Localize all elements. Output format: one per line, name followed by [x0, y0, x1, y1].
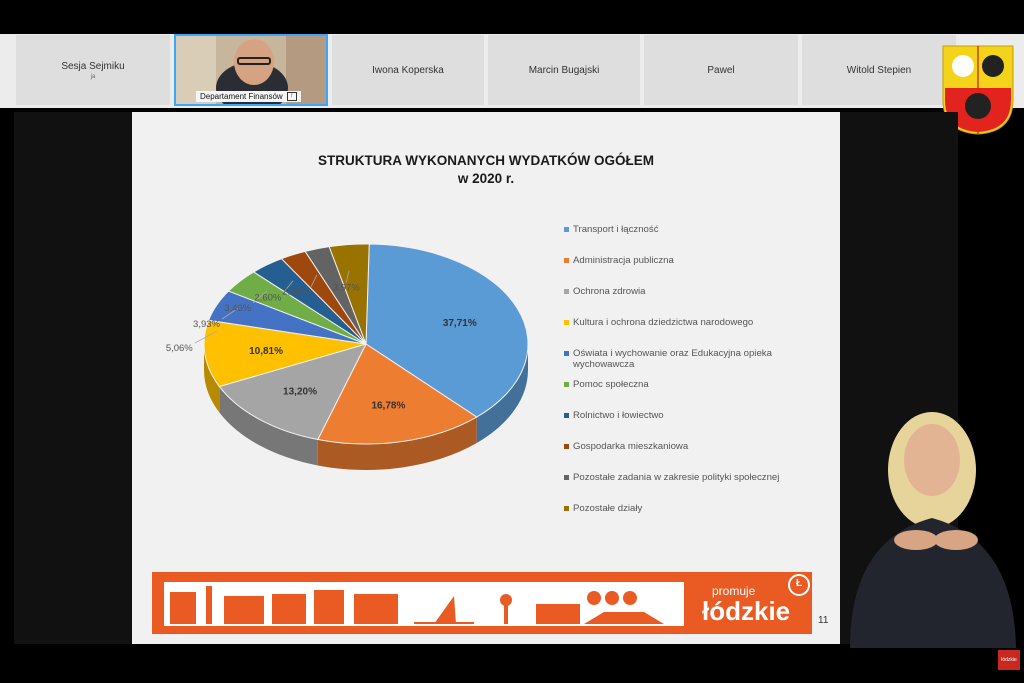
pie-data-label: 3,97% [333, 283, 360, 294]
pie-data-label: 37,71% [443, 318, 477, 329]
legend-label: Ochrona zdrowia [573, 286, 646, 297]
legend-item: Pozostałe działy [564, 503, 642, 514]
legend-item: Transport i łączność [564, 224, 659, 235]
presentation-slide: STRUKTURA WYKONANYCH WYDATKÓW OGÓŁEM w 2… [132, 112, 840, 644]
banner-line-2: łódzkie [702, 596, 791, 626]
legend-label: Gospodarka mieszkaniowa [573, 441, 689, 452]
legend-label: Kultura i ochrona dziedzictwa narodowego [573, 317, 754, 328]
legend-item: Gospodarka mieszkaniowa [564, 441, 688, 452]
participant-name: Witold Stepien [846, 64, 912, 76]
slide-page-number: 11 [818, 615, 829, 626]
legend-swatch [564, 475, 569, 480]
legend-swatch [564, 227, 569, 232]
participant-name: Sesja Sejmiku [61, 60, 125, 72]
legend-swatch [564, 289, 569, 294]
tv-channel-badge: łódzkie [998, 650, 1020, 670]
legend-item: Oświata i wychowanie oraz Edukacyjna opi… [564, 348, 799, 370]
banner-skyline [164, 582, 684, 626]
pie-data-label: 13,20% [283, 387, 317, 398]
lodzkie-logo-icon: Ł [788, 574, 810, 596]
pie-data-label: 2,60% [254, 293, 281, 304]
legend-swatch [564, 413, 569, 418]
legend-label: Transport i łączność [573, 224, 659, 235]
pie-data-label: 2,48% [282, 287, 309, 298]
pie-data-label: 3,46% [224, 303, 251, 314]
participant-name: Marcin Bugajski [528, 64, 600, 76]
participant-name: Iwona Koperska [372, 64, 444, 76]
legend-swatch [564, 382, 569, 387]
legend-swatch [564, 258, 569, 263]
participant-name: Pawel [707, 64, 735, 76]
legend-label: Pozostałe zadania w zakresie polityki sp… [573, 472, 780, 483]
legend-label: Rolnictwo i łowiectwo [573, 410, 664, 421]
pie-data-label: 5,06% [166, 343, 193, 354]
legend-item: Pomoc społeczna [564, 379, 649, 390]
participant-sub: ja [90, 73, 96, 80]
legend-item: Rolnictwo i łowiectwo [564, 410, 664, 421]
participant-tile-1[interactable]: Sesja Sejmiku ja [16, 35, 170, 105]
legend-item: Ochrona zdrowia [564, 286, 646, 297]
pie-data-label: 10,81% [249, 346, 283, 357]
participant-tile-3[interactable]: Iwona Koperska [332, 35, 484, 105]
bottom-letterbox [0, 648, 1024, 683]
share-icon[interactable]: ↑ [286, 92, 297, 101]
legend-swatch [564, 506, 569, 511]
legend-swatch [564, 351, 569, 356]
legend-label: Pozostałe działy [573, 503, 643, 514]
participant-tile-5[interactable]: Pawel [644, 35, 798, 105]
legend-swatch [564, 444, 569, 449]
participant-tile-4[interactable]: Marcin Bugajski [488, 35, 640, 105]
legend-swatch [564, 320, 569, 325]
legend-label: Pomoc społeczna [573, 379, 649, 390]
legend-item: Kultura i ochrona dziedzictwa narodowego [564, 317, 753, 328]
legend-item: Administracja publiczna [564, 255, 674, 266]
participant-tile-6[interactable]: Witold Stepien [802, 35, 956, 105]
legend-label: Administracja publiczna [573, 255, 674, 266]
pie-chart: 37,71%16,78%13,20%10,81%5,06%3,93%3,46%2… [166, 243, 529, 470]
legend-label: Oświata i wychowanie oraz Edukacyjna opi… [573, 348, 772, 370]
promo-banner: Ł promuje łódzkie [152, 572, 812, 634]
left-bar [14, 112, 132, 644]
participant-video-label: Departament Finansów ↑ [196, 91, 301, 102]
pie-data-label: 16,78% [371, 400, 405, 411]
pie-data-label: 3,93% [193, 319, 220, 330]
participant-video-tile[interactable]: Departament Finansów ↑ [174, 34, 328, 106]
sign-language-interpreter [850, 412, 1016, 648]
legend-item: Pozostałe zadania w zakresie polityki sp… [564, 472, 779, 483]
top-letterbox [0, 0, 1024, 34]
